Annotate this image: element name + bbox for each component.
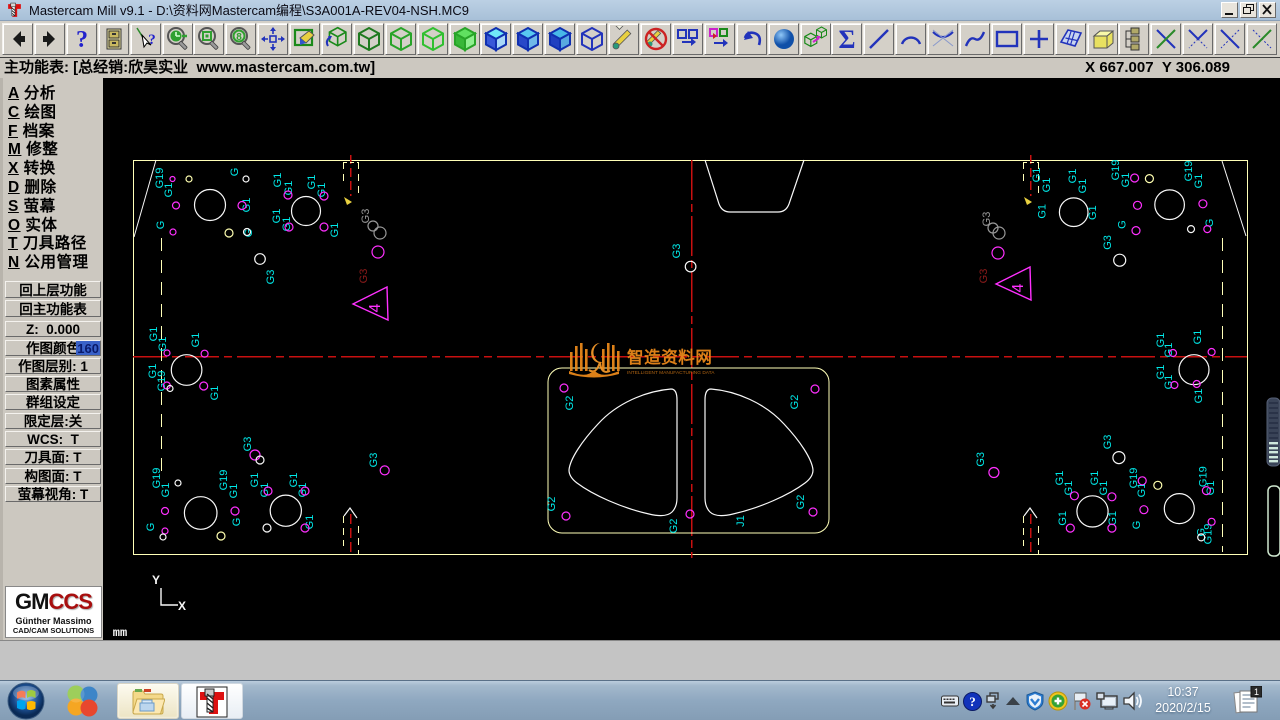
- svg-text:G1: G1: [1077, 179, 1089, 194]
- svg-text:G1: G1: [157, 337, 169, 352]
- svg-text:G3: G3: [360, 209, 372, 224]
- svg-text:G1: G1: [304, 515, 316, 530]
- svg-text:G2: G2: [789, 395, 801, 410]
- svg-text:G19: G19: [156, 371, 168, 392]
- svg-text:G1: G1: [160, 483, 172, 498]
- svg-text:G1: G1: [1107, 511, 1119, 526]
- svg-text:G3: G3: [242, 437, 254, 452]
- svg-text:G: G: [231, 518, 243, 527]
- svg-text:G2: G2: [564, 396, 576, 411]
- svg-text:G3: G3: [975, 452, 987, 467]
- svg-text:G1: G1: [241, 198, 253, 213]
- svg-text:G: G: [1117, 220, 1129, 229]
- svg-text:4: 4: [367, 303, 384, 312]
- svg-text:G3: G3: [978, 269, 990, 284]
- svg-text:G3: G3: [1102, 435, 1114, 450]
- svg-text:G19: G19: [1203, 524, 1215, 545]
- svg-text:4: 4: [1010, 283, 1027, 292]
- svg-text:G1: G1: [329, 223, 341, 238]
- svg-text:1: 1: [1254, 687, 1259, 697]
- svg-text:?: ?: [969, 694, 976, 709]
- svg-text:G2: G2: [795, 495, 807, 510]
- svg-text:G1: G1: [1205, 481, 1217, 496]
- svg-text:G1: G1: [316, 183, 328, 198]
- svg-text:G1: G1: [1193, 389, 1205, 404]
- svg-text:G: G: [229, 168, 241, 177]
- svg-text:G1: G1: [1041, 178, 1053, 193]
- svg-text:G1: G1: [228, 484, 240, 499]
- svg-text:G1: G1: [1087, 205, 1099, 220]
- svg-text:G3: G3: [358, 269, 370, 284]
- svg-text:G1: G1: [1098, 481, 1110, 496]
- svg-text:G1: G1: [1057, 511, 1069, 526]
- svg-text:G: G: [145, 523, 157, 532]
- svg-text:G1: G1: [1120, 173, 1132, 188]
- svg-text:G1: G1: [1193, 174, 1205, 189]
- svg-text:G1: G1: [190, 333, 202, 348]
- svg-text:G3: G3: [981, 212, 993, 227]
- svg-text:mm: mm: [113, 626, 127, 640]
- svg-text:8: 8: [236, 32, 242, 43]
- svg-text:?: ?: [76, 27, 88, 52]
- svg-text:G1: G1: [209, 386, 221, 401]
- svg-text:Y: Y: [152, 573, 160, 587]
- svg-text:G1: G1: [163, 183, 175, 198]
- svg-text:G1: G1: [1192, 330, 1204, 345]
- svg-text:INTELLIGENT MANUFACTURING DATA: INTELLIGENT MANUFACTURING DATA: [627, 370, 715, 376]
- svg-text:G3: G3: [671, 244, 683, 259]
- svg-text:Σ: Σ: [838, 26, 855, 52]
- svg-text:G1: G1: [1063, 481, 1075, 496]
- svg-text:G3: G3: [265, 270, 277, 285]
- svg-text:G1: G1: [1037, 204, 1049, 219]
- svg-text:?: ?: [148, 32, 156, 48]
- svg-text:G3: G3: [1102, 235, 1114, 250]
- svg-text:G3: G3: [368, 453, 380, 468]
- svg-text:X: X: [178, 599, 186, 613]
- svg-text:G2: G2: [668, 519, 680, 534]
- svg-text:G: G: [1131, 521, 1143, 530]
- svg-text:智造资料网: 智造资料网: [627, 347, 713, 367]
- svg-text:G2: G2: [546, 497, 558, 512]
- svg-text:J1: J1: [735, 515, 747, 527]
- svg-text:G: G: [155, 221, 167, 230]
